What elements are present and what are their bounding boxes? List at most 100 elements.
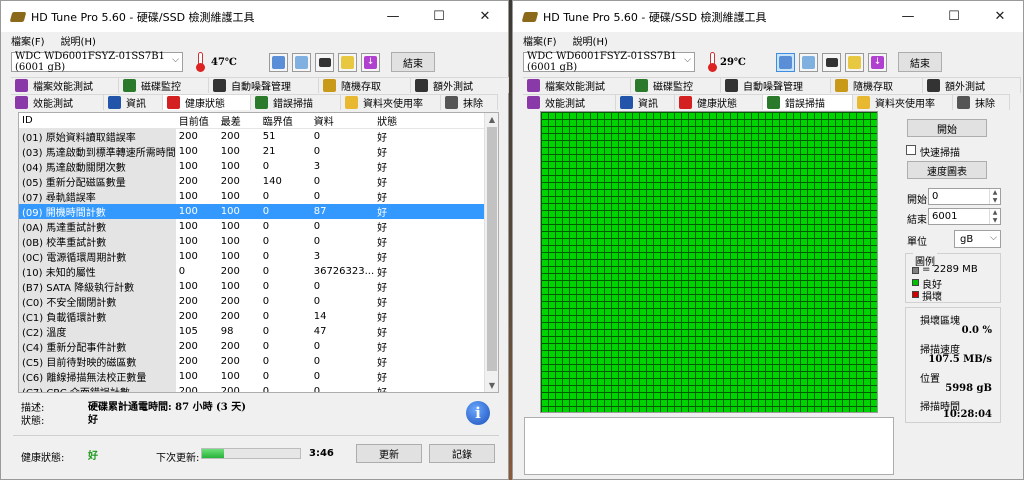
tab-file-benchmark[interactable]: 檔案效能測試 bbox=[523, 77, 631, 93]
exit-button[interactable]: 結束 bbox=[391, 52, 435, 72]
table-row[interactable]: (10) 未知的屬性 0 200 0 36726323... 好 bbox=[19, 264, 486, 279]
status-value: 好 bbox=[88, 415, 98, 426]
quick-scan-checkbox[interactable] bbox=[906, 145, 916, 155]
table-row[interactable]: (C2) 溫度 105 98 0 47 好 bbox=[19, 324, 486, 339]
drive-select[interactable]: WDC WD6001FSYZ-01SS7B1 (6001 gB) ⌵ bbox=[523, 51, 695, 73]
table-row[interactable]: (0C) 電源循環周期計數 100 100 0 3 好 bbox=[19, 249, 486, 264]
tab-random-access[interactable]: 隨機存取 bbox=[831, 77, 923, 93]
column-header[interactable]: 最差 bbox=[217, 113, 260, 129]
tab-trash[interactable]: 抹除 bbox=[441, 94, 498, 110]
maximize-button[interactable]: ☐ bbox=[416, 1, 462, 32]
drive-select[interactable]: WDC WD6001FSYZ-01SS7B1 (6001 gB) ⌵ bbox=[11, 51, 183, 73]
tab-info-tab[interactable]: 資訊 bbox=[616, 94, 675, 110]
minimize-button[interactable]: — bbox=[370, 1, 416, 32]
start-scan-button[interactable]: 開始 bbox=[907, 119, 987, 137]
tab-folder[interactable]: 資料夾使用率 bbox=[341, 94, 441, 110]
save-button[interactable]: ↓ bbox=[868, 53, 887, 72]
tab-label: 抹除 bbox=[463, 99, 483, 110]
table-row[interactable]: (03) 馬達啟動到標準轉速所需時間 100 100 21 0 好 bbox=[19, 144, 486, 159]
column-header[interactable]: 狀態 bbox=[374, 113, 486, 129]
tab-speaker[interactable]: 自動噪聲管理 bbox=[209, 77, 319, 93]
options-button[interactable] bbox=[338, 53, 357, 72]
thermometer-icon bbox=[195, 52, 205, 72]
column-header[interactable]: ID bbox=[19, 113, 176, 129]
table-scrollbar[interactable]: ▲ ▼ bbox=[484, 113, 498, 392]
title-bar[interactable]: HD Tune Pro 5.60 - 硬碟/SSD 檢測維護工具 — ☐ ✕ bbox=[513, 1, 1023, 32]
tab-folder[interactable]: 資料夾使用率 bbox=[853, 94, 953, 110]
screenshot-button[interactable] bbox=[822, 53, 841, 72]
tab-disk-monitor[interactable]: 磁碟監控 bbox=[119, 77, 209, 93]
copy-text-button[interactable] bbox=[269, 53, 288, 72]
tab-label: 磁碟監控 bbox=[653, 82, 693, 93]
table-row[interactable]: (C4) 重新分配事件計數 200 200 0 0 好 bbox=[19, 339, 486, 354]
start-position-spinner[interactable]: 0 ▲ ▼ bbox=[928, 188, 1001, 205]
table-row[interactable]: (B7) SATA 降級執行計數 100 100 0 0 好 bbox=[19, 279, 486, 294]
unit-select[interactable]: gB ⌵ bbox=[954, 230, 1001, 248]
scroll-up-arrow[interactable]: ▲ bbox=[485, 115, 498, 127]
end-position-spinner[interactable]: 6001 ▲ ▼ bbox=[928, 208, 1001, 225]
update-button[interactable]: 更新 bbox=[356, 444, 422, 463]
close-button[interactable]: ✕ bbox=[462, 1, 508, 32]
menu-help[interactable]: 說明(H) bbox=[61, 33, 96, 48]
menu-file[interactable]: 檔案(F) bbox=[523, 33, 557, 48]
speaker-icon bbox=[213, 79, 226, 92]
table-row[interactable]: (07) 尋軌錯誤率 100 100 0 0 好 bbox=[19, 189, 486, 204]
maximize-button[interactable]: ☐ bbox=[931, 1, 977, 32]
save-button[interactable]: ↓ bbox=[361, 53, 380, 72]
progress-fill bbox=[202, 449, 224, 458]
minimize-button[interactable]: — bbox=[885, 1, 931, 32]
tab-magnifier[interactable]: 錯誤掃描 bbox=[251, 94, 341, 110]
tab-health-cross[interactable]: 健康狀態 bbox=[675, 94, 763, 110]
table-cell: 0 bbox=[262, 236, 270, 247]
table-row[interactable]: (C1) 負載循環計數 200 200 0 14 好 bbox=[19, 309, 486, 324]
random-access-icon bbox=[835, 79, 848, 92]
table-row[interactable]: (01) 原始資料讀取錯誤率 200 200 51 0 好 bbox=[19, 128, 486, 144]
copy-text-button[interactable] bbox=[776, 53, 795, 72]
tab-magnifier[interactable]: 錯誤掃描 bbox=[763, 94, 853, 110]
table-header-row: ID 目前值 最差 臨界值 資料 狀態 bbox=[19, 113, 486, 129]
spinner-arrows-icon[interactable]: ▲ ▼ bbox=[989, 189, 1000, 204]
log-button[interactable]: 記錄 bbox=[429, 444, 495, 463]
tab-label: 自動噪聲管理 bbox=[743, 82, 803, 93]
copy-options-button[interactable] bbox=[292, 53, 311, 72]
tab-extra-tests[interactable]: 額外測試 bbox=[411, 77, 509, 93]
table-cell: 200 bbox=[178, 311, 198, 322]
spinner-arrows-icon[interactable]: ▲ ▼ bbox=[989, 209, 1000, 224]
table-row[interactable]: (0B) 校準重試計數 100 100 0 0 好 bbox=[19, 234, 486, 249]
screenshot-button[interactable] bbox=[315, 53, 334, 72]
column-header[interactable]: 目前值 bbox=[175, 113, 218, 129]
column-header[interactable]: 臨界值 bbox=[259, 113, 311, 129]
table-cell: 0 bbox=[178, 266, 186, 277]
close-button[interactable]: ✕ bbox=[977, 1, 1023, 32]
table-row[interactable]: (04) 馬達啟動關閉次數 100 100 0 3 好 bbox=[19, 159, 486, 174]
table-row[interactable]: (C5) 目前待對映的磁區數 200 200 0 0 好 bbox=[19, 354, 486, 369]
tab-speaker[interactable]: 自動噪聲管理 bbox=[721, 77, 831, 93]
table-row[interactable]: (C6) 離線掃描無法校正數量 100 100 0 0 好 bbox=[19, 369, 486, 384]
speed-map-button[interactable]: 速度圖表 bbox=[907, 161, 987, 179]
scroll-thumb[interactable] bbox=[487, 127, 497, 371]
tab-file-benchmark[interactable]: 檔案效能測試 bbox=[11, 77, 119, 93]
options-button[interactable] bbox=[845, 53, 864, 72]
menu-file[interactable]: 檔案(F) bbox=[11, 33, 45, 48]
tab-disk-monitor[interactable]: 磁碟監控 bbox=[631, 77, 721, 93]
exit-button[interactable]: 結束 bbox=[898, 52, 942, 72]
menu-help[interactable]: 說明(H) bbox=[573, 33, 608, 48]
tab-label: 資料夾使用率 bbox=[875, 99, 935, 110]
copy-options-button[interactable] bbox=[799, 53, 818, 72]
table-row[interactable]: (05) 重新分配磁區數量 200 200 140 0 好 bbox=[19, 174, 486, 189]
table-row[interactable]: (09) 開機時間計數 100 100 0 87 好 bbox=[19, 204, 486, 219]
tab-health-cross[interactable]: 健康狀態 bbox=[163, 94, 251, 110]
table-row[interactable]: (0A) 馬達重試計數 100 100 0 0 好 bbox=[19, 219, 486, 234]
tab-benchmark[interactable]: 效能測試 bbox=[523, 94, 616, 110]
tab-benchmark[interactable]: 效能測試 bbox=[11, 94, 104, 110]
tab-label: 效能測試 bbox=[33, 99, 73, 110]
table-row[interactable]: (C0) 不安全關閉計數 200 200 0 0 好 bbox=[19, 294, 486, 309]
table-row[interactable]: (C7) CRC 介面錯誤計數20020000好 bbox=[19, 384, 486, 392]
tab-info-tab[interactable]: 資訊 bbox=[104, 94, 163, 110]
scroll-down-arrow[interactable]: ▼ bbox=[485, 381, 498, 392]
tab-extra-tests[interactable]: 額外測試 bbox=[923, 77, 1021, 93]
title-bar[interactable]: HD Tune Pro 5.60 - 硬碟/SSD 檢測維護工具 — ☐ ✕ bbox=[1, 1, 508, 32]
tab-random-access[interactable]: 隨機存取 bbox=[319, 77, 411, 93]
column-header[interactable]: 資料 bbox=[310, 113, 375, 129]
tab-trash[interactable]: 抹除 bbox=[953, 94, 1010, 110]
